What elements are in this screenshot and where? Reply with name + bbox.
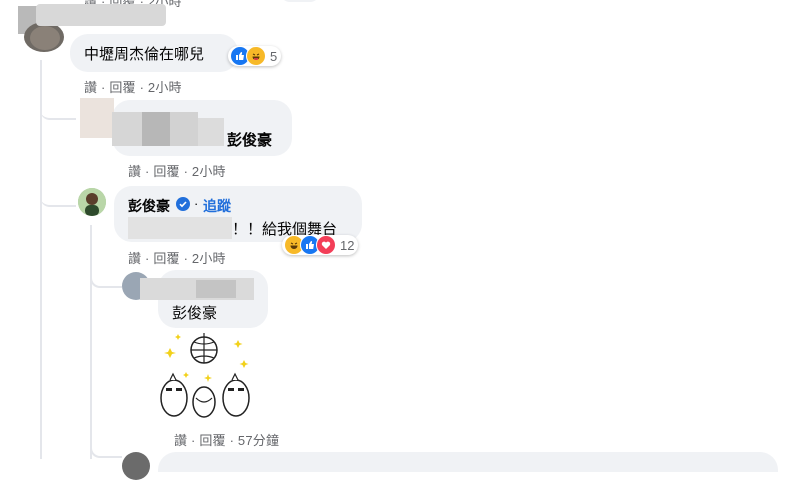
comment-4-meta: 讚 · 回覆 · 57分鐘 [174, 430, 279, 449]
comment-4-name-redacted [196, 280, 236, 298]
meta-separator: · [101, 80, 106, 95]
comment-1-meta: 讚 · 回覆 · 2小時 [84, 77, 182, 96]
reply-avatar[interactable] [122, 452, 150, 480]
like-link[interactable]: 讚 [174, 433, 187, 448]
verified-badge-icon [176, 197, 190, 211]
comment-1-name-redacted [36, 4, 166, 26]
comment-2-meta: 讚 · 回覆 · 2小時 [128, 161, 226, 180]
meta-separator: · [145, 251, 150, 266]
follow-button[interactable]: 追蹤 [203, 196, 231, 216]
like-link[interactable]: 讚 [84, 80, 97, 95]
thread-elbow-1 [40, 100, 76, 120]
comment-time[interactable]: 2小時 [148, 80, 182, 95]
comment-3-reactions[interactable]: 12 [282, 235, 359, 255]
meta-separator: · [183, 164, 189, 179]
comment-2-name-redacted [142, 112, 170, 146]
meta-separator: · [183, 251, 189, 266]
follow-separator: · [194, 196, 199, 211]
meta-separator: · [229, 433, 235, 448]
reply-link[interactable]: 回覆 [153, 164, 179, 179]
like-link[interactable]: 讚 [128, 164, 141, 179]
meta-separator: · [145, 164, 150, 179]
mention-tag[interactable]: 彭俊豪 [227, 129, 272, 150]
reply-link[interactable]: 回覆 [109, 80, 135, 95]
reaction-count: 5 [270, 48, 278, 64]
comment-time[interactable]: 2小時 [192, 251, 226, 266]
reaction-count: 12 [340, 237, 355, 253]
comment-1-avatar[interactable] [24, 22, 64, 52]
meta-separator: · [191, 433, 196, 448]
comment-time[interactable]: 57分鐘 [238, 433, 279, 448]
haha-reaction-icon [246, 46, 266, 66]
comment-3-meta: 讚 · 回覆 · 2小時 [128, 248, 226, 267]
comment-time[interactable]: 2小時 [192, 164, 226, 179]
love-reaction-icon [316, 235, 336, 255]
thread-elbow-4 [90, 440, 122, 458]
comment-3-avatar[interactable] [78, 188, 106, 216]
reply-input[interactable] [158, 452, 778, 472]
comment-2-name-redacted [170, 112, 198, 146]
top-cutoff-bubble [280, 0, 320, 2]
reply-link[interactable]: 回覆 [153, 251, 179, 266]
reply-link[interactable]: 回覆 [199, 433, 225, 448]
comment-2-name-redacted [198, 118, 224, 146]
like-link[interactable]: 讚 [128, 251, 141, 266]
comment-1-text: 中壢周杰倫在哪兒 [84, 46, 205, 63]
comment-3-text-redacted [128, 217, 232, 239]
comment-2-name-redacted [112, 112, 142, 146]
thread-line-main [40, 60, 42, 459]
comment-2-avatar-redacted[interactable] [80, 98, 114, 138]
disco-sticker [156, 330, 256, 426]
mention-tag[interactable]: 彭俊豪 [172, 302, 217, 323]
meta-separator: · [139, 80, 145, 95]
thread-elbow-2 [40, 185, 76, 207]
thread-line-nested [90, 225, 92, 459]
comment-1-reactions[interactable]: 5 [228, 46, 282, 66]
comment-3-author[interactable]: 彭俊豪 [128, 196, 170, 216]
thread-elbow-3 [90, 268, 122, 288]
